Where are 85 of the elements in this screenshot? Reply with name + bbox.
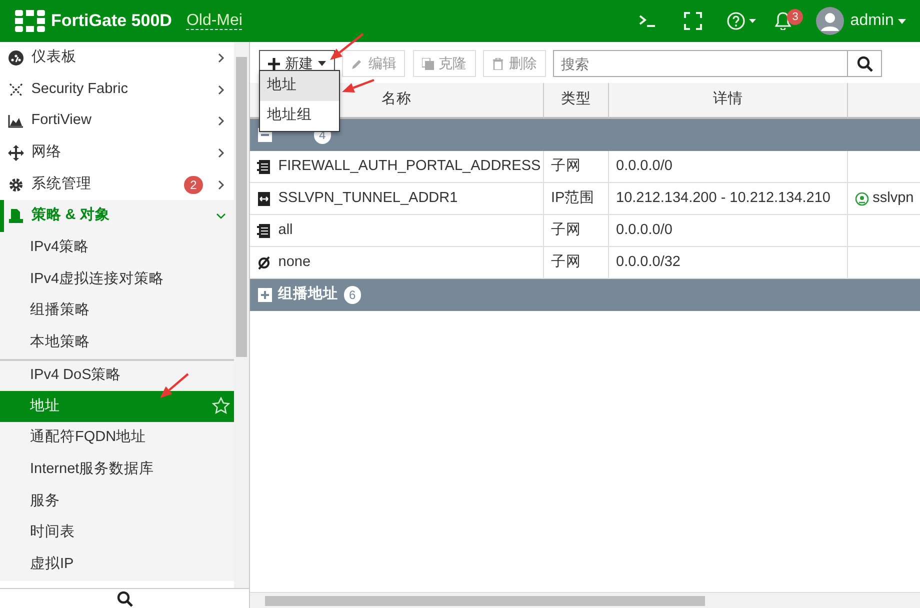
chart-icon <box>8 113 24 130</box>
table-cell: 0.0.0.0/0 <box>609 215 848 247</box>
fortinet-logo-icon <box>14 10 44 32</box>
sidebar-label: FortiView <box>31 111 92 130</box>
chevron-right-icon <box>216 148 226 158</box>
sidebar-item[interactable]: IPv4策略 <box>0 232 234 264</box>
fullscreen-icon[interactable] <box>684 12 702 30</box>
sidebar-item[interactable]: 服务 <box>0 486 234 518</box>
sidebar-item[interactable]: IPv4虚拟连接对策略 <box>0 264 234 296</box>
scrollbar[interactable] <box>250 592 920 608</box>
table-cell: IP范围 <box>544 183 609 215</box>
subnet-icon <box>257 160 271 174</box>
table-cell: 子网 <box>544 215 609 247</box>
sidebar-item[interactable]: 通配符FQDN地址 <box>0 422 234 454</box>
copy-icon <box>422 58 434 70</box>
group-label: 组播地址 <box>278 284 338 304</box>
address-name[interactable]: SSLVPN_TUNNEL_ADDR1 <box>278 188 458 210</box>
search-button[interactable] <box>848 50 882 77</box>
scrollbar[interactable] <box>234 42 249 588</box>
expand-icon <box>258 288 272 302</box>
sidebar-item[interactable]: Internet服务数据库 <box>0 454 234 486</box>
sidebar-item[interactable]: 虚拟IP <box>0 549 234 581</box>
user-avatar-icon[interactable] <box>816 7 844 35</box>
sidebar-label: 系统管理 <box>31 174 92 194</box>
count-badge: 2 <box>184 176 203 194</box>
sidebar-item[interactable]: FortiView <box>0 105 234 138</box>
sidebar-item[interactable]: 网络 <box>0 137 234 169</box>
notification-bell-icon[interactable] <box>775 12 792 30</box>
caret-icon <box>318 61 326 66</box>
chevron-right-icon <box>216 180 226 190</box>
annotation-arrow <box>330 33 364 60</box>
annotation-arrow <box>342 78 374 92</box>
sidebar-item[interactable]: 组播策略 <box>0 296 234 328</box>
menu-item[interactable]: 地址 <box>260 71 339 101</box>
chevron-right-icon <box>216 84 226 95</box>
search-field[interactable]: 搜索 <box>553 50 848 77</box>
sidebar-label: 策略 & 对象 <box>31 206 111 226</box>
address-name[interactable]: none <box>278 252 311 274</box>
caret-icon <box>898 18 906 24</box>
sidebar-item[interactable]: 时间表 <box>0 517 234 549</box>
table-cell-text: sslvpn <box>872 188 914 208</box>
dashboard-icon <box>8 50 24 66</box>
subnet-icon <box>257 224 271 238</box>
document-icon <box>8 208 24 224</box>
column-header[interactable]: 详情 <box>609 83 848 119</box>
empty-set-icon <box>257 256 271 270</box>
address-name[interactable]: FIREWALL_AUTH_PORTAL_ADDRESS <box>278 156 541 178</box>
search-icon[interactable] <box>116 590 132 606</box>
star-icon[interactable] <box>212 397 230 416</box>
ip-range-icon <box>257 192 271 206</box>
sidebar-item[interactable]: 策略 & 对象 <box>0 200 234 232</box>
move-arrows-icon <box>8 144 24 161</box>
hostname[interactable]: Old-Mei <box>186 12 242 30</box>
fabric-icon <box>8 82 24 98</box>
sidebar-item[interactable]: Security Fabric <box>0 74 234 106</box>
terminal-icon[interactable] <box>638 14 656 28</box>
trash-icon <box>492 58 504 70</box>
count-badge: 6 <box>344 286 361 304</box>
sidebar-item[interactable]: 本地策略 <box>0 327 234 359</box>
user-icon <box>855 192 869 206</box>
search-icon <box>856 56 872 72</box>
user-menu[interactable]: admin <box>850 9 906 33</box>
plus-icon <box>268 58 280 70</box>
sidebar-item[interactable]: 地址 <box>0 390 234 422</box>
sidebar-label: 仪表板 <box>31 48 78 67</box>
notification-count: 3 <box>787 9 804 25</box>
sidebar-item[interactable]: IPv4 DoS策略 <box>0 358 234 391</box>
sidebar-item[interactable]: 仪表板 <box>0 42 234 74</box>
gear-icon <box>8 176 24 193</box>
sidebar-item[interactable]: 系统管理 2 <box>0 168 234 200</box>
sidebar-label: Security Fabric <box>31 80 129 99</box>
table-cell: 子网 <box>544 151 609 183</box>
help-icon[interactable] <box>726 11 757 31</box>
group-row[interactable]: 组播地址 6 <box>250 279 920 311</box>
table-cell: 0.0.0.0/0 <box>609 151 848 183</box>
table-cell: 10.212.134.200 - 10.212.134.210 <box>609 183 848 215</box>
chevron-right-icon <box>216 52 226 63</box>
address-name[interactable]: all <box>278 220 293 242</box>
pencil-icon <box>351 58 364 70</box>
chevron-right-icon <box>216 116 226 126</box>
chevron-down-icon <box>216 211 226 222</box>
product-name: FortiGate 500D <box>51 10 172 32</box>
annotation-arrow <box>160 373 189 398</box>
sidebar-label: 网络 <box>31 143 62 162</box>
column-header[interactable]: 类型 <box>544 83 609 119</box>
